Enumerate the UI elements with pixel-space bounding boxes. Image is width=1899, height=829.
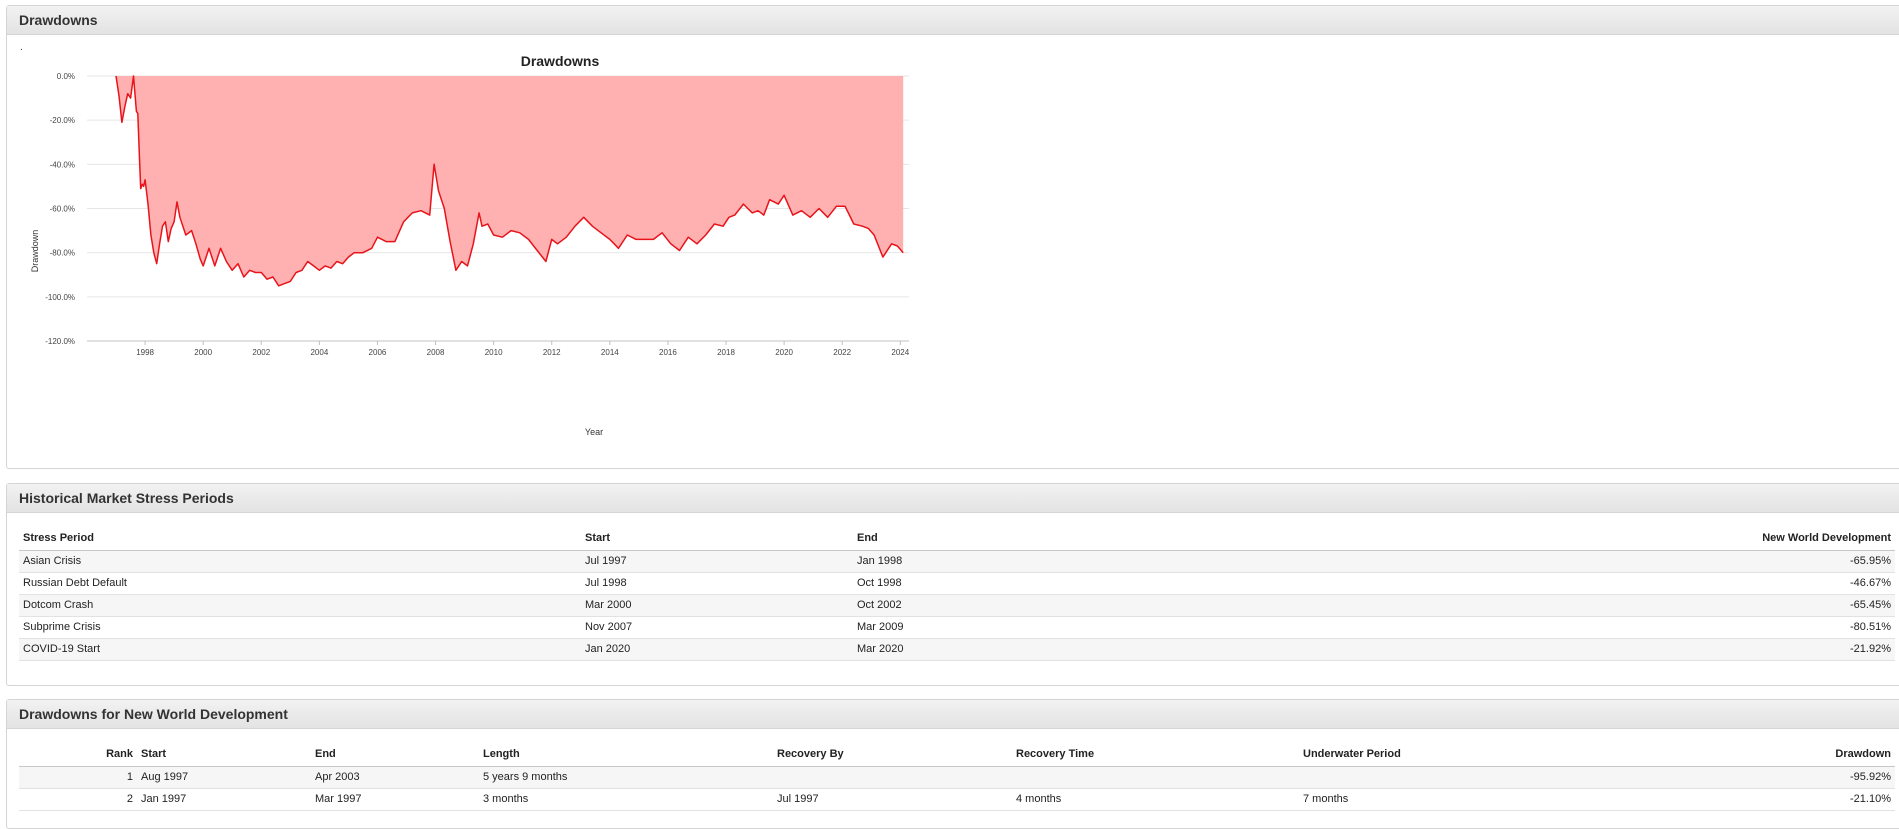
dd-recovery-by: Jul 1997 [773, 788, 1012, 811]
stress-period-end: Oct 1998 [853, 572, 1253, 595]
x-tick-label: 2000 [194, 348, 212, 357]
dd-length: 5 years 9 months [479, 766, 773, 789]
stress-periods-table: Stress Period Start End New World Develo… [19, 526, 1895, 661]
stress-header-period[interactable]: Stress Period [19, 526, 581, 551]
dd-header-length[interactable]: Length [479, 742, 773, 767]
drawdowns-list-panel-title: Drawdowns for New World Development [7, 700, 1899, 729]
stress-periods-panel: Historical Market Stress Periods Stress … [6, 483, 1899, 686]
dd-value: -21.10% [1699, 788, 1895, 811]
stress-period-start: Nov 2007 [581, 616, 853, 639]
dd-header-end[interactable]: End [311, 742, 479, 767]
dd-header-rank[interactable]: Rank [19, 742, 137, 767]
x-tick-label: 2006 [369, 348, 387, 357]
stress-period-value: -46.67% [1253, 572, 1895, 595]
y-tick-label: -80.0% [50, 249, 75, 258]
stress-period-end: Jan 1998 [853, 550, 1253, 573]
drawdown-chart: Drawdowns 0.0% -20.0% -40.0% -60.0% -80.0% -1… [30, 53, 910, 437]
stress-period-name: Asian Crisis [19, 550, 581, 573]
x-tick-label: 2012 [543, 348, 561, 357]
dd-recovery-time [1012, 766, 1299, 789]
dd-header-start[interactable]: Start [137, 742, 311, 767]
drawdown-table-row: 2 Jan 1997 Mar 1997 3 months Jul 1997 4 month… [19, 788, 1895, 811]
y-tick-label: -20.0% [50, 116, 75, 125]
drawdowns-table: Rank Start End Length Recovery By Recove… [19, 742, 1895, 811]
stress-period-name: COVID-19 Start [19, 638, 581, 661]
dd-start: Aug 1997 [137, 766, 311, 789]
y-tick-label: -100.0% [45, 293, 75, 302]
stress-table-row: Russian Debt Default Jul 1998 Oct 1998 -46.… [19, 572, 1895, 595]
stress-period-end: Mar 2009 [853, 616, 1253, 639]
dd-recovery-time: 4 months [1012, 788, 1299, 811]
stress-period-name: Russian Debt Default [19, 572, 581, 595]
drawdowns-list-panel: Drawdowns for New World Development Rank… [6, 699, 1899, 829]
x-tick-label: 2018 [717, 348, 735, 357]
dd-end: Mar 1997 [311, 788, 479, 811]
stress-period-start: Jan 2020 [581, 638, 853, 661]
dd-rank: 1 [19, 766, 137, 789]
x-tick-label: 2022 [833, 348, 851, 357]
stress-period-start: Jul 1997 [581, 550, 853, 573]
dd-end: Apr 2003 [311, 766, 479, 789]
stress-header-value[interactable]: New World Development [1253, 526, 1895, 551]
stress-periods-panel-title: Historical Market Stress Periods [7, 484, 1899, 513]
x-axis-label: Year [585, 427, 603, 437]
y-tick-label: 0.0% [57, 72, 75, 81]
stress-table-row: COVID-19 Start Jan 2020 Mar 2020 -21.92% [19, 638, 1895, 661]
stress-period-name: Dotcom Crash [19, 594, 581, 617]
stress-period-name: Subprime Crisis [19, 616, 581, 639]
stress-table-row: Asian Crisis Jul 1997 Jan 1998 -65.95% [19, 550, 1895, 573]
drawdown-area-fill [116, 76, 904, 286]
x-tick-label: 1998 [136, 348, 154, 357]
drawdown-table-row: 1 Aug 1997 Apr 2003 5 years 9 months -95.92% [19, 766, 1895, 789]
x-tick-label: 2008 [427, 348, 445, 357]
x-tick-label: 2002 [252, 348, 270, 357]
dd-header-drawdown[interactable]: Drawdown [1699, 742, 1895, 767]
dd-value: -95.92% [1699, 766, 1895, 789]
x-tick-label: 2010 [485, 348, 503, 357]
dd-underwater [1299, 766, 1699, 789]
stress-table-header-row: Stress Period Start End New World Develo… [19, 526, 1895, 551]
y-tick-label: -120.0% [45, 337, 75, 346]
x-tick-label: 2004 [310, 348, 328, 357]
drawdowns-panel-title: Drawdowns [7, 6, 1899, 35]
stress-period-value: -65.95% [1253, 550, 1895, 573]
dd-recovery-by [773, 766, 1012, 789]
dd-start: Jan 1997 [137, 788, 311, 811]
dd-header-recovery-by[interactable]: Recovery By [773, 742, 1012, 767]
y-tick-label: -60.0% [50, 205, 75, 214]
dd-table-header-row: Rank Start End Length Recovery By Recove… [19, 742, 1895, 767]
x-tick-label: 2020 [775, 348, 793, 357]
stress-period-value: -80.51% [1253, 616, 1895, 639]
chart-series-layer [115, 75, 904, 287]
stress-period-value: -65.45% [1253, 594, 1895, 617]
dd-header-underwater[interactable]: Underwater Period [1299, 742, 1699, 767]
stress-period-end: Mar 2020 [853, 638, 1253, 661]
dd-header-recovery-time[interactable]: Recovery Time [1012, 742, 1299, 767]
stress-period-start: Mar 2000 [581, 594, 853, 617]
dd-rank: 2 [19, 788, 137, 811]
dd-length: 3 months [479, 788, 773, 811]
y-axis-label: Drawdown [30, 230, 40, 273]
x-tick-label: 2024 [891, 348, 909, 357]
stress-period-end: Oct 2002 [853, 594, 1253, 617]
stress-header-start[interactable]: Start [581, 526, 853, 551]
stress-period-start: Jul 1998 [581, 572, 853, 595]
stress-period-value: -21.92% [1253, 638, 1895, 661]
x-tick-label: 2016 [659, 348, 677, 357]
stress-table-row: Dotcom Crash Mar 2000 Oct 2002 -65.45% [19, 594, 1895, 617]
y-tick-label: -40.0% [50, 160, 75, 169]
stress-header-end[interactable]: End [853, 526, 1253, 551]
stress-table-row: Subprime Crisis Nov 2007 Mar 2009 -80.51% [19, 616, 1895, 639]
chart-title: Drawdowns [521, 53, 600, 69]
drawdowns-panel: Drawdowns . Drawdowns 0.0% -20.0% -40.0% -6… [6, 5, 1899, 469]
x-tick-label: 2014 [601, 348, 619, 357]
dd-underwater: 7 months [1299, 788, 1699, 811]
